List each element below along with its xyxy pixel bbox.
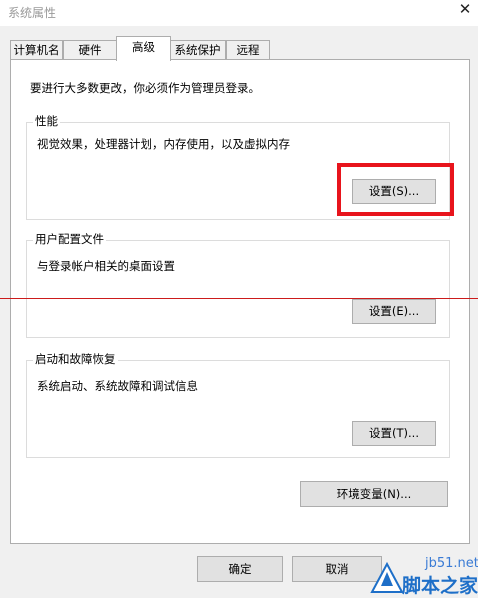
tab-remote[interactable]: 远程 <box>226 40 270 59</box>
startup-recovery-description: 系统启动、系统故障和调试信息 <box>37 379 198 393</box>
tab-computer-name[interactable]: 计算机名 <box>10 40 63 59</box>
close-icon[interactable]: ✕ <box>452 0 478 20</box>
user-profiles-settings-button[interactable]: 设置(E)... <box>352 299 436 324</box>
performance-title: 性能 <box>33 113 60 129</box>
tab-hardware[interactable]: 硬件 <box>63 40 117 59</box>
watermark-logo-icon <box>370 561 404 593</box>
window-title: 系统属性 <box>8 6 57 20</box>
tab-advanced[interactable]: 高级 <box>116 36 171 61</box>
red-guide-line <box>0 298 478 299</box>
title-bar: 系统属性 ✕ <box>0 0 478 26</box>
environment-variables-button[interactable]: 环境变量(N)... <box>300 481 448 507</box>
tab-strip: 计算机名 硬件 高级 系统保护 远程 <box>10 36 470 61</box>
admin-notice: 要进行大多数更改，你必须作为管理员登录。 <box>30 81 260 95</box>
performance-description: 视觉效果，处理器计划，内存使用，以及虚拟内存 <box>37 137 290 151</box>
tab-system-protection[interactable]: 系统保护 <box>169 40 226 59</box>
user-profiles-description: 与登录帐户相关的桌面设置 <box>37 259 175 273</box>
startup-recovery-title: 启动和故障恢复 <box>33 351 118 367</box>
ok-button[interactable]: 确定 <box>197 556 283 582</box>
user-profiles-title: 用户配置文件 <box>33 231 106 247</box>
watermark-url: jb51.net <box>425 556 478 571</box>
cancel-button[interactable]: 取消 <box>292 556 382 582</box>
highlight-box <box>337 163 454 216</box>
startup-recovery-settings-button[interactable]: 设置(T)... <box>352 421 436 446</box>
watermark-text: 脚本之家 <box>402 575 478 597</box>
